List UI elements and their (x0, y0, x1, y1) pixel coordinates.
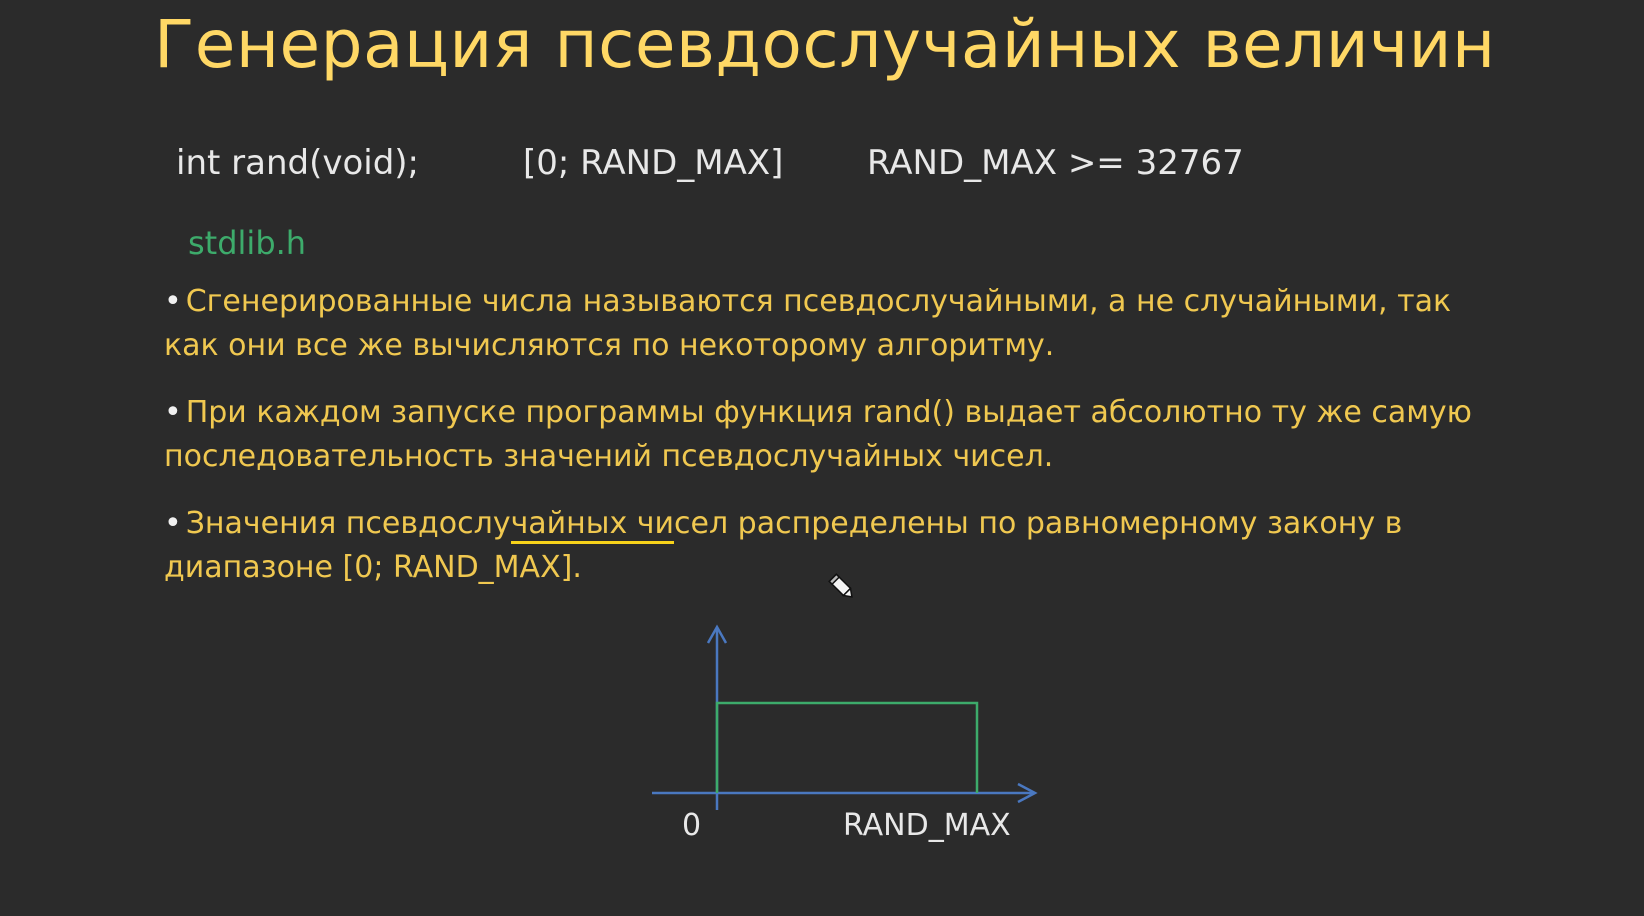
bullet-item: • Сгенерированные числа называются псевдо… (164, 280, 1504, 368)
slide-title: Генерация псевдослучайных величин (154, 6, 1496, 83)
bullet-dot: • (164, 284, 182, 319)
rand-range: [0; RAND_MAX] (523, 143, 784, 183)
x-axis-zero-label: 0 (682, 808, 702, 843)
highlighted-text: чайных чи (510, 506, 674, 544)
x-axis-rand-max-label: RAND_MAX (843, 808, 1011, 843)
header-file-label: stdlib.h (188, 224, 307, 262)
bullet-dot: • (164, 506, 182, 541)
bullet-text: Сгенерированные числа называются псевдос… (164, 284, 1452, 363)
pen-cursor-icon (828, 573, 853, 598)
bullet-dot: • (164, 395, 182, 430)
bullet-item: • При каждом запуске программы функция ra… (164, 391, 1504, 479)
bullet-text: При каждом запуске программы функция ran… (164, 395, 1472, 474)
rand-signature: int rand(void); (176, 143, 420, 183)
bullet-text-start: Значения псевдослу (185, 506, 511, 541)
slide: Генерация псевдослучайных величин int ra… (0, 0, 1644, 916)
rand-max-constraint: RAND_MAX >= 32767 (867, 143, 1244, 183)
uniform-density-line (715, 701, 979, 793)
